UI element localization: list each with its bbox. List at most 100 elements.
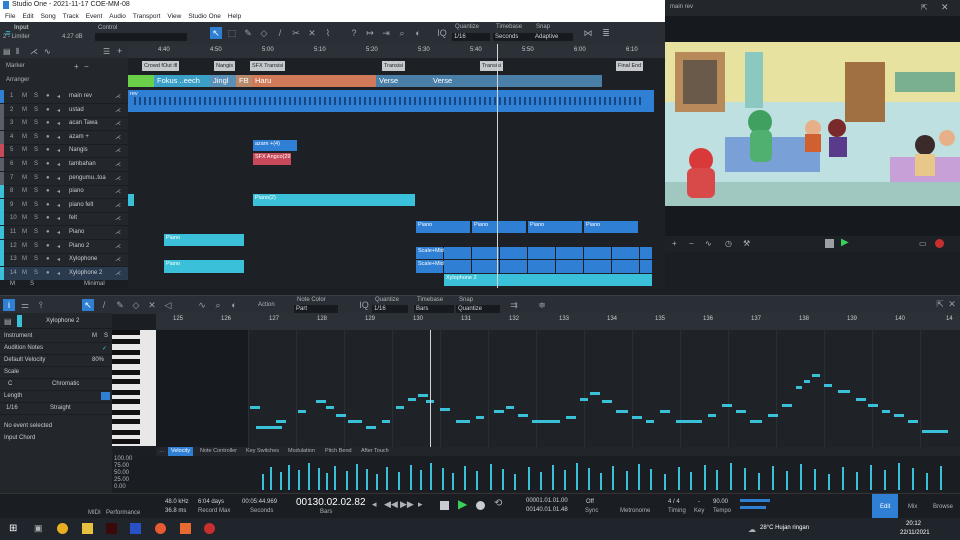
sync-value[interactable]: Off <box>586 499 594 505</box>
automation-mode-icon[interactable]: ⋌ <box>115 147 121 154</box>
audio-clip-sfx[interactable]: SFX Angco(29 <box>253 153 291 165</box>
midi-note[interactable] <box>396 406 404 409</box>
tab-pitch-bend[interactable]: Pitch Bend <box>322 447 355 456</box>
bars-value[interactable]: 00130.02.02.82 <box>296 497 366 508</box>
mixer-icon[interactable]: ⚌ <box>19 299 31 311</box>
file-explorer-icon[interactable] <box>82 523 93 534</box>
velocity-bar[interactable] <box>476 471 478 490</box>
track-row[interactable]: 9 M S ● ◂ piano felt ⋌ <box>0 198 128 213</box>
monitor-icon[interactable]: ◂ <box>57 161 60 168</box>
key-value[interactable]: - <box>698 499 700 505</box>
record-arm-icon[interactable]: ● <box>46 256 50 262</box>
audio-icon[interactable]: ∿ <box>705 239 712 248</box>
midi-note[interactable] <box>708 414 716 417</box>
arranger-section[interactable]: Verse <box>430 75 602 87</box>
editor-ruler[interactable]: 125 126 127 128 129 130 131 132 133 134 … <box>156 313 960 330</box>
zoom-in-icon[interactable]: + <box>672 239 677 248</box>
automation-mode-icon[interactable]: ⋌ <box>115 229 121 236</box>
automation-mode-icon[interactable]: ⋌ <box>115 188 121 195</box>
vlc-icon[interactable] <box>180 523 191 534</box>
mute-button[interactable]: M <box>22 147 27 153</box>
arranger-section[interactable]: Haru <box>252 75 376 87</box>
midi-note[interactable] <box>366 426 376 429</box>
solo-button[interactable]: S <box>34 256 38 262</box>
midi-note[interactable] <box>616 410 628 413</box>
db-value[interactable]: 4.27 dB <box>62 34 83 40</box>
solo-button[interactable]: S <box>34 134 38 140</box>
automation-mode-icon[interactable]: ⋌ <box>115 256 121 263</box>
solo-button[interactable]: S <box>34 107 38 113</box>
editor-eraser-icon[interactable]: ◇ <box>130 299 142 311</box>
velocity-bar[interactable] <box>420 470 422 490</box>
velocity-bar[interactable] <box>514 474 516 490</box>
velocity-bar[interactable] <box>638 464 640 490</box>
velocity-bar[interactable] <box>856 472 858 490</box>
zoom-out-icon[interactable]: − <box>689 239 694 248</box>
velocity-bar[interactable] <box>410 465 412 490</box>
midi-note[interactable] <box>722 404 732 407</box>
track-name[interactable]: tambahan <box>69 161 96 167</box>
track-row[interactable]: 7 M S ● ◂ pengumu..toa ⋌ <box>0 171 128 186</box>
midi-note[interactable] <box>456 420 470 423</box>
loop-back-icon[interactable]: ◂ <box>372 499 377 510</box>
instrument-clip-piano[interactable]: Piano <box>584 221 638 233</box>
arranger-section[interactable]: Jingl <box>210 75 236 87</box>
track-row[interactable]: 11 M S ● ◂ Piano ⋌ <box>0 226 128 240</box>
mute-button[interactable]: M <box>22 270 27 276</box>
midi-note[interactable] <box>440 408 450 411</box>
velocity-bar[interactable] <box>502 469 504 490</box>
midi-note[interactable] <box>882 410 890 413</box>
automation-mode-icon[interactable]: ⋌ <box>115 175 121 182</box>
velocity-bar[interactable] <box>528 467 530 490</box>
quantize-iq-icon[interactable]: IQ <box>436 27 448 39</box>
automation-mode-icon[interactable]: ⋌ <box>115 107 121 114</box>
quantize-select[interactable]: 1/16 <box>452 33 490 41</box>
velocity-bar[interactable] <box>884 470 886 490</box>
tab-velocity[interactable]: Velocity <box>168 447 193 456</box>
velocity-bar[interactable] <box>588 468 590 490</box>
editor-speaker-icon[interactable]: ◁ <box>162 299 174 311</box>
monitor-icon[interactable]: ◂ <box>57 215 60 222</box>
mute-button[interactable]: M <box>22 243 27 249</box>
clock-date[interactable]: 22/11/2021 <box>900 530 930 536</box>
track-row[interactable]: 5 M S ● ◂ Nangis ⋌ <box>0 144 128 159</box>
automation-mode-icon[interactable]: ⋌ <box>115 215 121 222</box>
snap-select[interactable]: Adaptive <box>533 33 573 41</box>
monitor-icon[interactable]: ◂ <box>57 270 60 277</box>
velocity-bar[interactable] <box>926 473 928 490</box>
scale-key[interactable]: C <box>8 381 12 387</box>
midi-note[interactable] <box>856 398 866 401</box>
solo-button[interactable]: S <box>34 188 38 194</box>
velocity-bar[interactable] <box>398 472 400 490</box>
track-row[interactable]: 2 M S ● ◂ ustad ⋌ <box>0 103 128 118</box>
editor-spread-icon[interactable]: ≑ <box>536 299 548 311</box>
tempo-value[interactable]: 90.00 <box>713 499 728 505</box>
velocity-bar[interactable] <box>716 470 718 490</box>
track-row[interactable]: 14 M S ● ◂ Xylophone 2 ⋌ <box>0 266 128 281</box>
menu-song[interactable]: Song <box>41 12 56 22</box>
add-track-icon[interactable]: + <box>117 46 122 56</box>
midi-note[interactable] <box>676 420 702 423</box>
marker-flag[interactable]: Transisi <box>480 61 504 71</box>
velocity-bar[interactable] <box>366 469 368 490</box>
track-name[interactable]: Xylophone <box>69 256 97 262</box>
midi-note[interactable] <box>646 420 654 423</box>
velocity-bar[interactable] <box>626 471 628 490</box>
track-row[interactable]: 4 M S ● ◂ azam + ⋌ <box>0 130 128 145</box>
instrument-clip-piano[interactable]: Piano <box>528 221 582 233</box>
record-button[interactable] <box>476 501 485 510</box>
midi-note[interactable] <box>812 374 820 377</box>
midi-note[interactable] <box>824 384 832 387</box>
solo-button[interactable]: S <box>34 229 38 235</box>
menu-view[interactable]: View <box>167 12 181 22</box>
scissor-icon[interactable]: ⫯ <box>35 299 47 311</box>
midi-note[interactable] <box>768 414 778 417</box>
midi-note[interactable] <box>908 420 918 423</box>
velocity-bar[interactable] <box>386 467 388 490</box>
editor-iq-icon[interactable]: IQ <box>358 299 370 311</box>
editor-wave-icon[interactable]: ∿ <box>196 299 208 311</box>
instrument-clip-scale[interactable]: Scale+Mid <box>416 260 652 273</box>
editor-playhead[interactable] <box>430 330 431 448</box>
instrument-clip-piano[interactable]: Piano <box>164 260 244 273</box>
midi-note[interactable] <box>580 398 588 401</box>
